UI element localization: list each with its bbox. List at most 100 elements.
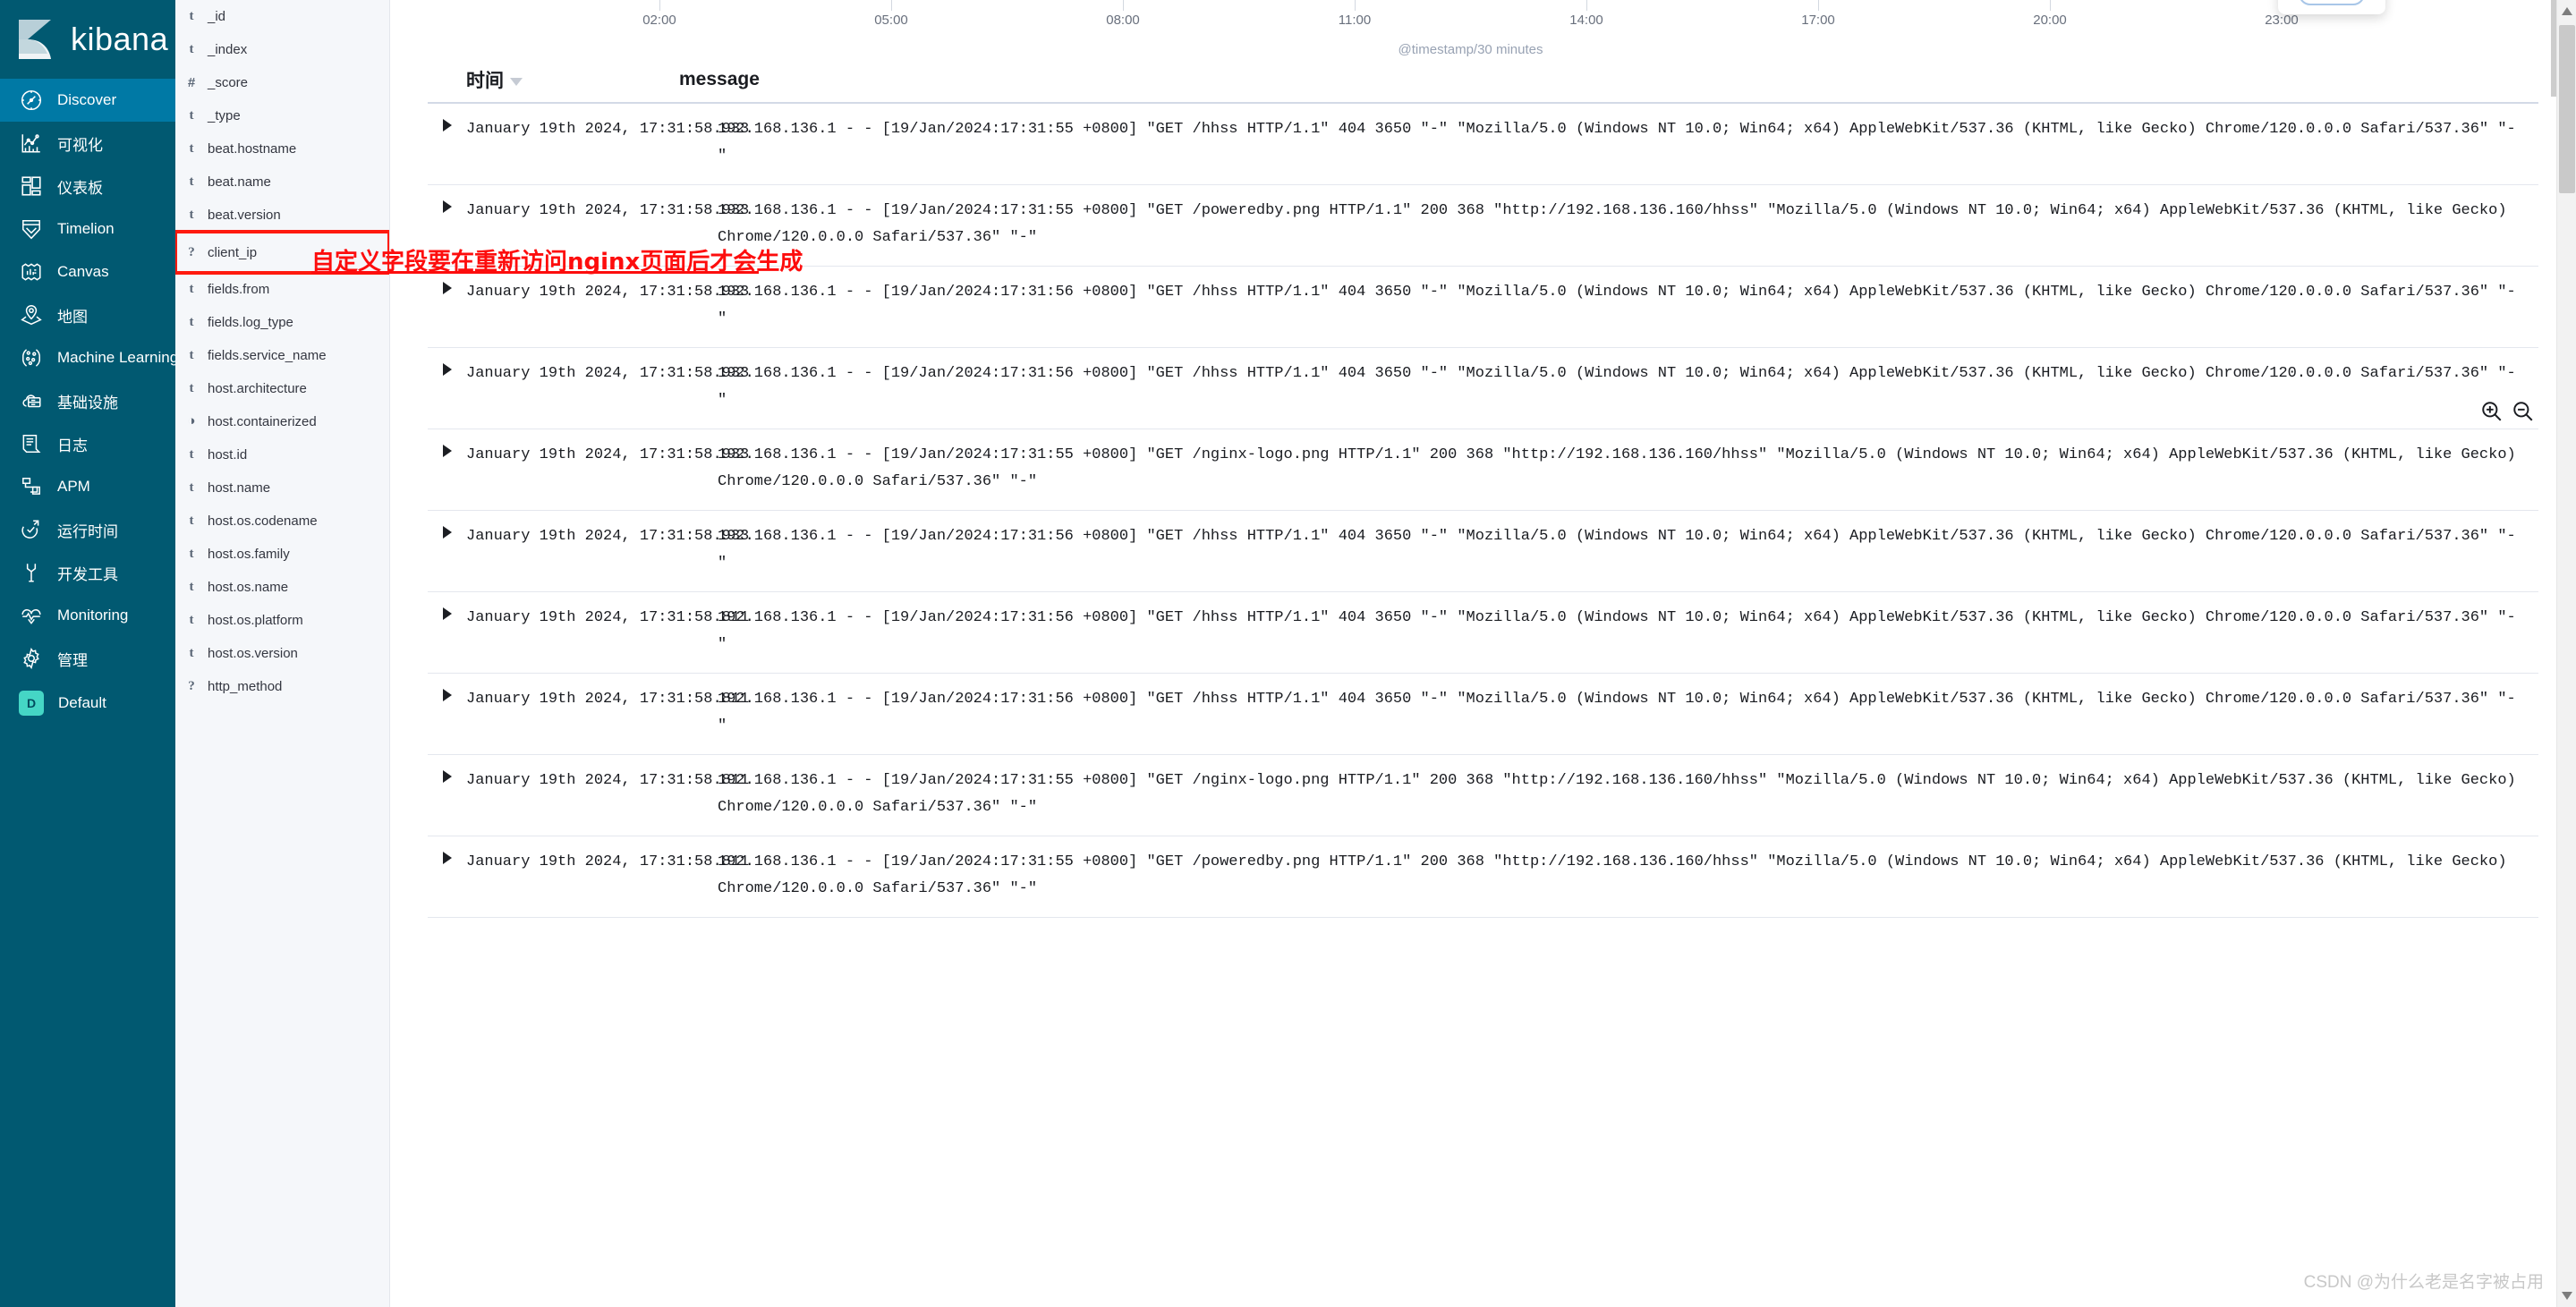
- cell-time: January 19th 2024, 17:31:58.933: [466, 446, 750, 463]
- axis-tick: [1818, 0, 1819, 11]
- scroll-up-arrow-icon[interactable]: [2562, 7, 2572, 15]
- sidebar-item-canvas[interactable]: Canvas: [0, 250, 175, 293]
- sidebar-item-apm[interactable]: APM: [0, 465, 175, 508]
- sidebar-item-infrastructure[interactable]: 基础设施: [0, 379, 175, 422]
- field-list-item[interactable]: t beat.version: [175, 199, 389, 232]
- table-row[interactable]: January 19th 2024, 17:31:58.933 192.168.1…: [428, 511, 2538, 592]
- chevron-down-icon[interactable]: [510, 77, 523, 86]
- triangle-right-icon[interactable]: [428, 198, 466, 213]
- field-list-item[interactable]: t host.os.platform: [175, 604, 389, 637]
- field-list-item[interactable]: t host.os.family: [175, 538, 389, 571]
- field-list-item[interactable]: t host.architecture: [175, 372, 389, 405]
- field-name-label: host.os.version: [208, 646, 298, 661]
- field-list-item[interactable]: t _type: [175, 99, 389, 132]
- axis-tick: [2050, 0, 2051, 11]
- cell-time: January 19th 2024, 17:31:58.933: [466, 202, 750, 219]
- field-type-icon: ?: [188, 244, 195, 259]
- cell-time: January 19th 2024, 17:31:58.811: [466, 772, 750, 789]
- field-list-item[interactable]: t beat.hostname: [175, 132, 389, 165]
- field-type-icon: t: [189, 447, 194, 462]
- table-row[interactable]: January 19th 2024, 17:31:58.933 192.168.1…: [428, 104, 2538, 185]
- main-content: 02:00 05:00 08:00 11:00 14:00 17:00 20:00 23:00…: [390, 0, 2576, 1307]
- column-header-time[interactable]: 时间: [428, 66, 679, 93]
- triangle-right-icon[interactable]: [428, 279, 466, 294]
- table-row[interactable]: January 19th 2024, 17:31:58.933 192.168.1…: [428, 267, 2538, 348]
- field-type-icon: t: [189, 646, 194, 660]
- scroll-down-arrow-icon[interactable]: [2562, 1292, 2572, 1300]
- space-label: Default: [58, 694, 106, 711]
- triangle-right-icon[interactable]: [428, 523, 466, 539]
- sidebar-item-dev-tools[interactable]: 开发工具: [0, 551, 175, 594]
- field-type-icon: ◑: [187, 414, 196, 429]
- triangle-right-icon[interactable]: [428, 686, 466, 701]
- axis-tick-label: 05:00: [874, 13, 908, 28]
- sidebar-item-space-default[interactable]: D Default: [0, 682, 175, 725]
- vertical-scrollbar[interactable]: [2556, 0, 2576, 1307]
- sidebar-item-machine-learning[interactable]: Machine Learning: [0, 336, 175, 379]
- axis-tick-label: 08:00: [1106, 13, 1140, 28]
- field-list-item[interactable]: t fields.log_type: [175, 306, 389, 339]
- triangle-right-icon[interactable]: [428, 442, 466, 457]
- field-list-item[interactable]: t host.os.name: [175, 571, 389, 604]
- cell-message: 192.168.136.1 - - [19/Jan/2024:17:31:56 …: [718, 528, 2516, 572]
- field-list-item[interactable]: t fields.from: [175, 273, 389, 306]
- column-header-message[interactable]: message: [679, 69, 760, 90]
- triangle-right-icon[interactable]: [428, 361, 466, 376]
- sidebar-item-label: 地图: [57, 308, 88, 326]
- table-row[interactable]: January 19th 2024, 17:31:58.933 192.168.1…: [428, 348, 2538, 429]
- sidebar-item-label: 开发工具: [57, 565, 118, 583]
- sidebar-item-uptime[interactable]: 运行时间: [0, 508, 175, 551]
- triangle-right-icon[interactable]: [428, 768, 466, 783]
- field-list-item[interactable]: # _score: [175, 66, 389, 99]
- sidebar-item-discover[interactable]: Discover: [0, 79, 175, 122]
- triangle-right-icon[interactable]: [428, 116, 466, 132]
- table-row[interactable]: January 19th 2024, 17:31:58.811 192.168.1…: [428, 836, 2538, 918]
- cell-message: 192.168.136.1 - - [19/Jan/2024:17:31:55 …: [718, 446, 2525, 490]
- sidebar-item-management[interactable]: 管理: [0, 637, 175, 680]
- sidebar-item-visualize[interactable]: 可视化: [0, 122, 175, 165]
- brand[interactable]: kibana: [0, 0, 175, 79]
- sidebar-item-label: Machine Learning: [57, 349, 175, 366]
- cell-message: 192.168.136.1 - - [19/Jan/2024:17:31:55 …: [718, 121, 2516, 165]
- field-list-item[interactable]: ? http_method: [175, 670, 389, 703]
- field-list-item[interactable]: t beat.name: [175, 165, 389, 199]
- cell-message: 192.168.136.1 - - [19/Jan/2024:17:31:56 …: [718, 691, 2516, 734]
- field-list-item[interactable]: t fields.service_name: [175, 339, 389, 372]
- sidebar: kibana Discover 可视化 仪表板 Timelion Canvas …: [0, 0, 175, 1307]
- sidebar-item-monitoring[interactable]: Monitoring: [0, 594, 175, 637]
- sidebar-item-maps[interactable]: 地图: [0, 293, 175, 336]
- field-list-item[interactable]: ◑ host.containerized: [175, 405, 389, 438]
- field-type-icon: t: [189, 282, 194, 296]
- field-list-item[interactable]: t host.os.codename: [175, 505, 389, 538]
- triangle-right-icon[interactable]: [428, 849, 466, 864]
- field-list-item[interactable]: t host.id: [175, 438, 389, 471]
- zoom-in-icon[interactable]: [2480, 400, 2504, 423]
- sidebar-item-dashboard[interactable]: 仪表板: [0, 165, 175, 208]
- table-row[interactable]: January 19th 2024, 17:31:58.811 192.168.1…: [428, 674, 2538, 755]
- field-list-item[interactable]: t host.os.version: [175, 637, 389, 670]
- field-type-icon: t: [189, 208, 194, 222]
- timelion-icon: [20, 217, 43, 241]
- sidebar-item-timelion[interactable]: Timelion: [0, 208, 175, 250]
- space-avatar: D: [19, 691, 44, 716]
- axis-tick-label: 02:00: [642, 13, 676, 28]
- table-row[interactable]: January 19th 2024, 17:31:58.811 192.168.1…: [428, 755, 2538, 836]
- field-list-item[interactable]: t _id: [175, 0, 389, 33]
- canvas-frame-icon: [20, 260, 43, 284]
- documents-table: 时间 message January 19th 2024, 17:31:58.9…: [428, 57, 2538, 918]
- table-row[interactable]: January 19th 2024, 17:31:58.933 192.168.1…: [428, 429, 2538, 511]
- field-list-item[interactable]: t _index: [175, 33, 389, 66]
- field-list-item[interactable]: t host.name: [175, 471, 389, 505]
- axis-tick: [1354, 0, 1356, 11]
- zoom-out-icon[interactable]: [2512, 400, 2535, 423]
- sidebar-item-logs[interactable]: 日志: [0, 422, 175, 465]
- field-type-icon: t: [189, 547, 194, 561]
- map-pin-layers-icon: [20, 303, 43, 327]
- triangle-right-icon[interactable]: [428, 605, 466, 620]
- visualize-chart-icon: [20, 132, 43, 155]
- field-name-label: client_ip: [208, 244, 258, 260]
- scrollbar-thumb[interactable]: [2559, 25, 2575, 193]
- field-type-icon: t: [189, 513, 194, 528]
- table-row[interactable]: January 19th 2024, 17:31:58.811 192.168.1…: [428, 592, 2538, 674]
